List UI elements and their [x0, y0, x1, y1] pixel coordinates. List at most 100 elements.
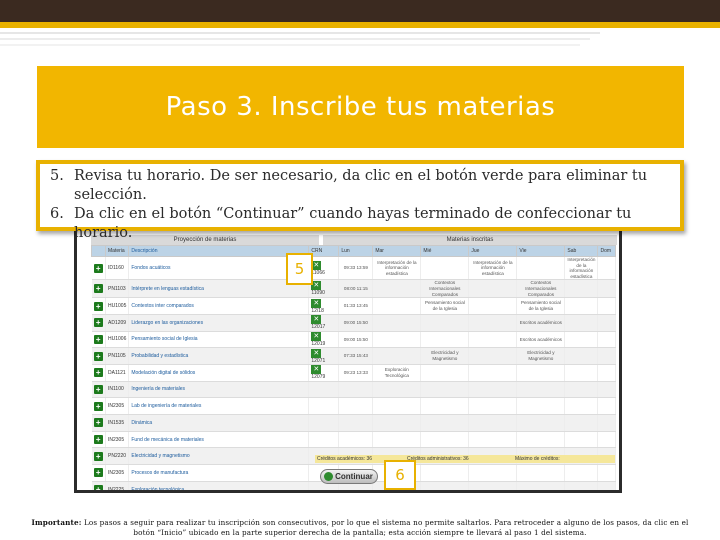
- add-course-icon[interactable]: +: [93, 435, 103, 444]
- add-course-icon[interactable]: +: [93, 451, 103, 461]
- col-header-descripcion: Descripción: [128, 245, 310, 257]
- cell-desc: Probabilidad y estadística: [128, 347, 310, 365]
- table-row: + PN1105 Probabilidad y estadística ✕ 12071 0…: [91, 347, 617, 365]
- cell-thu: [468, 381, 518, 399]
- cell-crn: ✕ 11066: [308, 256, 340, 281]
- cell-key: IN2225: [105, 481, 130, 490]
- crn-label: 12079: [311, 374, 326, 381]
- cell-wed: [420, 381, 470, 399]
- cell-thu: [468, 331, 518, 349]
- cell-key: ID1160: [105, 256, 130, 281]
- add-course-icon[interactable]: +: [93, 485, 103, 490]
- add-course-cell: +: [91, 414, 106, 432]
- note-label: Importante:: [31, 518, 82, 527]
- cell-thu: [468, 347, 518, 365]
- cell-crn: ✕ 12071: [308, 347, 340, 365]
- table-row: + IN2305 Lab de ingeniería de materiales: [91, 397, 617, 415]
- cell-dom: [597, 431, 617, 449]
- cell-desc: Intérprete en lenguas estadística: [128, 279, 310, 299]
- remove-course-icon[interactable]: ✕: [311, 348, 322, 358]
- cell-crn: [308, 381, 340, 399]
- cell-sat: [564, 431, 599, 449]
- cell-mon: 08:00 11:15: [338, 279, 374, 299]
- cell-thu: [468, 481, 518, 490]
- crn-label: 12019: [311, 340, 326, 347]
- cell-tue: Exploración Tecnológica: [372, 364, 422, 382]
- remove-course-icon[interactable]: ✕: [311, 298, 322, 308]
- continue-button[interactable]: Continuar: [320, 469, 378, 484]
- cell-dom: [597, 364, 617, 382]
- credits-max: Máximo de créditos:: [515, 456, 560, 462]
- cell-tue: [372, 431, 422, 449]
- cell-tue: [372, 279, 422, 299]
- add-course-cell: +: [91, 481, 106, 490]
- cell-key: PN2220: [105, 447, 130, 466]
- cell-desc: Ingeniería de materiales: [128, 381, 310, 399]
- add-course-cell: +: [91, 464, 106, 482]
- table-row: + IN1100 Ingeniería de materiales: [91, 381, 617, 399]
- remove-course-icon[interactable]: ✕: [311, 315, 322, 325]
- cell-crn: ✕ 12079: [308, 364, 340, 382]
- cell-sat: [564, 414, 599, 432]
- cell-sat: [564, 397, 599, 415]
- instructions-box: 5. Revisa tu horario. De ser necesario, …: [36, 160, 684, 241]
- add-course-cell: +: [91, 279, 106, 299]
- col-header-mie: Mié: [420, 245, 470, 257]
- add-course-icon[interactable]: +: [93, 384, 103, 394]
- add-course-icon[interactable]: +: [93, 318, 103, 328]
- cell-wed: [420, 414, 470, 432]
- cell-sat: [564, 381, 599, 399]
- cell-crn: ✕ 12017: [308, 314, 340, 332]
- col-header-lun: Lun: [338, 245, 374, 257]
- add-course-icon[interactable]: +: [93, 301, 103, 311]
- cell-fri: Electricidad y Magnetismo: [516, 347, 566, 365]
- cell-sat: [564, 464, 599, 482]
- cell-sat: [564, 314, 599, 332]
- cell-key: PN1103: [105, 279, 130, 299]
- cell-desc: Fund de mecánica de materiales: [128, 431, 310, 449]
- schedule-table: Materia Descripción CRN Lun Mar Mié Jue …: [91, 245, 617, 490]
- cell-mon: 09:00 15:50: [338, 314, 374, 332]
- add-course-cell: +: [91, 314, 106, 332]
- slide-title: Paso 3. Inscribe tus materias: [165, 92, 556, 122]
- arrow-icon: [324, 472, 333, 481]
- cell-mon: [338, 431, 374, 449]
- cell-tue: [372, 381, 422, 399]
- add-course-icon[interactable]: +: [93, 263, 103, 273]
- remove-course-icon[interactable]: ✕: [311, 365, 322, 375]
- cell-wed: [420, 431, 470, 449]
- add-course-icon[interactable]: +: [93, 468, 103, 478]
- cell-sat: [564, 481, 599, 490]
- cell-dom: [597, 414, 617, 432]
- cell-sat: [564, 297, 599, 315]
- cell-fri: Escritos académicos: [516, 331, 566, 349]
- cell-key: DA1121: [105, 364, 130, 382]
- cell-thu: [468, 397, 518, 415]
- add-course-icon[interactable]: +: [93, 284, 103, 294]
- crn-label: 12/18: [311, 307, 324, 314]
- add-course-icon[interactable]: +: [93, 368, 103, 378]
- add-course-icon[interactable]: +: [93, 401, 103, 411]
- cell-desc: Procesos de manufactura: [128, 464, 310, 482]
- add-course-icon[interactable]: +: [93, 418, 103, 428]
- top-decor-bar: [0, 0, 720, 22]
- crn-label: 12017: [311, 324, 326, 331]
- cell-dom: [597, 381, 617, 399]
- add-course-icon[interactable]: +: [93, 351, 103, 361]
- instruction-number: 5.: [50, 168, 64, 184]
- cell-mon: 09:00 15:50: [338, 331, 374, 349]
- remove-course-icon[interactable]: ✕: [311, 331, 322, 341]
- col-header-mar: Mar: [372, 245, 422, 257]
- credits-bar: Créditos académicos: 36 Créditos adminis…: [315, 455, 615, 463]
- crn-label: 12071: [311, 357, 326, 364]
- add-course-icon[interactable]: +: [93, 334, 103, 344]
- cell-dom: [597, 297, 617, 315]
- add-course-cell: +: [91, 347, 106, 365]
- cell-fri: Escritos académicos: [516, 314, 566, 332]
- cell-crn: ✕ 11090: [308, 279, 340, 299]
- col-header-materia: Materia: [104, 245, 130, 257]
- continue-button-label: Continuar: [335, 472, 373, 481]
- cell-key: PN1105: [105, 347, 130, 365]
- crn-label: 11066: [311, 269, 325, 276]
- schedule-table-header: Materia Descripción CRN Lun Mar Mié Jue …: [91, 245, 617, 257]
